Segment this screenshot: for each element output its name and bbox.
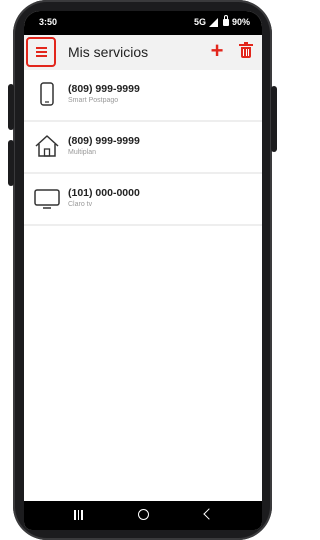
delete-button[interactable] bbox=[239, 42, 253, 59]
service-number: (809) 999-9999 bbox=[68, 135, 140, 147]
back-button[interactable] bbox=[203, 508, 215, 520]
service-number: (101) 000-0000 bbox=[68, 187, 140, 199]
signal-icon bbox=[208, 17, 218, 27]
screen: 3:50 5G 90% Mis servicios + (809) 999-99… bbox=[24, 11, 262, 530]
app-bar: Mis servicios + bbox=[24, 35, 262, 70]
mobile-phone-icon bbox=[40, 82, 54, 106]
power-button bbox=[271, 86, 277, 152]
hamburger-icon bbox=[35, 47, 47, 50]
volume-down-button bbox=[8, 140, 14, 186]
home-button[interactable] bbox=[138, 509, 149, 520]
services-list: (809) 999-9999 Smart Postpago (809) 999-… bbox=[24, 70, 262, 226]
service-row[interactable]: (809) 999-9999 Smart Postpago bbox=[24, 70, 262, 122]
house-icon bbox=[35, 135, 59, 157]
lock-icon bbox=[222, 14, 229, 26]
status-bar: 3:50 5G 90% bbox=[24, 11, 262, 35]
service-plan: Smart Postpago bbox=[68, 97, 119, 104]
status-indicators: 5G 90% bbox=[193, 14, 250, 27]
add-service-button[interactable]: + bbox=[207, 40, 227, 63]
page-title: Mis servicios bbox=[68, 44, 149, 60]
tv-icon bbox=[34, 189, 60, 209]
battery-label: 90% bbox=[231, 17, 250, 27]
volume-up-button bbox=[8, 84, 14, 130]
recent-apps-button[interactable] bbox=[74, 510, 83, 520]
service-plan: Claro tv bbox=[68, 201, 93, 208]
status-time: 3:50 bbox=[39, 17, 58, 27]
system-nav-bar bbox=[24, 501, 262, 530]
network-label: 5G bbox=[193, 17, 206, 27]
service-number: (809) 999-9999 bbox=[68, 83, 140, 95]
menu-button[interactable] bbox=[26, 37, 56, 67]
recent-apps-icon bbox=[74, 510, 76, 520]
service-row[interactable]: (101) 000-0000 Claro tv bbox=[24, 174, 262, 226]
service-plan: Multiplan bbox=[68, 149, 97, 156]
service-row[interactable]: (809) 999-9999 Multiplan bbox=[24, 122, 262, 174]
